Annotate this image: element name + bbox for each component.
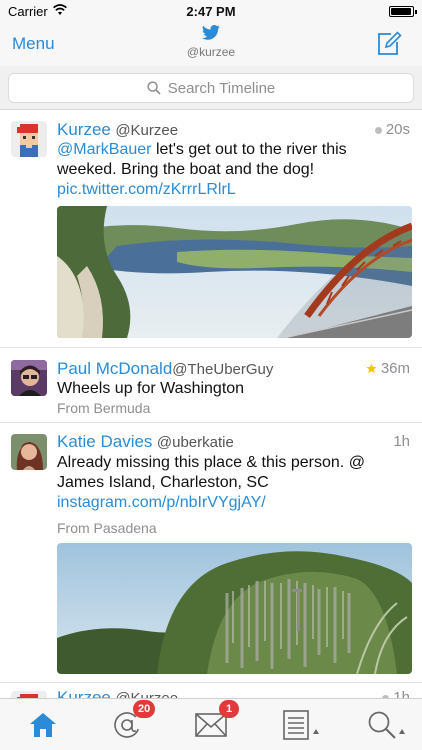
avatar[interactable] [11, 360, 47, 396]
tweet-time-text: 1h [393, 689, 410, 698]
tweet-author-name[interactable]: Kurzee [57, 120, 111, 139]
battery-fill [391, 8, 411, 15]
river-bridge-image [57, 206, 412, 338]
avatar[interactable] [11, 434, 47, 470]
status-bar: Carrier 2:47 PM [0, 0, 422, 22]
avatar-photo [11, 434, 47, 470]
search-timeline-input[interactable]: Search Timeline [8, 73, 414, 103]
avatar-photo [11, 360, 47, 396]
tweet-timestamp: 36m [366, 360, 410, 377]
messages-badge: 1 [219, 700, 239, 718]
tweet-location: From Bermuda [57, 400, 151, 416]
lists-options-triangle-icon [313, 729, 319, 734]
tweet-timestamp: 1h [382, 689, 410, 698]
mossy-trees-image [57, 543, 412, 674]
tweet-author-name[interactable]: Kurzee [57, 688, 111, 698]
tweet-location: From Pasadena [57, 520, 157, 536]
nav-bar: Menu @kurzee [0, 22, 422, 66]
tweet-time-text: 20s [385, 121, 410, 138]
tab-messages[interactable]: 1 [181, 700, 241, 745]
tweet-item[interactable]: Kurzee @Kurzee 1h [0, 683, 422, 698]
search-options-triangle-icon [399, 729, 405, 734]
account-handle: @kurzee [186, 45, 236, 59]
star-icon [366, 363, 377, 374]
tweet-author-name[interactable]: Katie Davies [57, 432, 152, 451]
tweet-text: @MarkBauer let's get out to the river th… [57, 140, 410, 200]
tweet-header: Kurzee @Kurzee 1h [57, 688, 410, 698]
avatar[interactable] [11, 121, 47, 157]
clock: 2:47 PM [186, 4, 236, 19]
tweet-link[interactable]: instagram.com/p/nbIrVYgjAY/ [57, 494, 266, 511]
tweet-header: Katie Davies @uberkatie 1h [57, 432, 410, 452]
lists-icon [283, 710, 309, 740]
tweet-header: Paul McDonald@TheUberGuy 36m [57, 359, 410, 379]
mentions-badge: 20 [133, 700, 156, 718]
search-placeholder: Search Timeline [167, 79, 276, 97]
tweet-item[interactable]: Katie Davies @uberkatie 1h Already missi… [0, 423, 422, 683]
timeline[interactable]: Kurzee @Kurzee 20s @MarkBauer let's get … [0, 110, 422, 698]
tab-bar: 20 1 [0, 698, 422, 750]
tweet-header: Kurzee @Kurzee 20s [57, 120, 410, 140]
tweet-timestamp: 1h [393, 433, 410, 450]
pixel-avatar-icon [11, 121, 47, 157]
tweet-text-content: Already missing this place & this person… [57, 454, 365, 491]
pixel-avatar-icon [11, 691, 47, 698]
river-bridge-photo[interactable] [57, 206, 412, 338]
tweet-time-text: 36m [380, 360, 410, 377]
tweet-timestamp: 20s [374, 121, 410, 138]
mention-link[interactable]: @MarkBauer [57, 141, 152, 158]
avatar[interactable] [11, 691, 47, 698]
search-bar: Search Timeline [0, 66, 422, 110]
compose-icon[interactable] [376, 31, 402, 57]
twitter-bird-icon [201, 25, 220, 40]
tweet-username: @TheUberGuy [172, 361, 274, 378]
conversation-dot-icon [374, 126, 382, 134]
tab-lists[interactable] [273, 705, 333, 745]
tweet-username: @uberkatie [156, 434, 234, 451]
tweet-item[interactable]: Kurzee @Kurzee 20s @MarkBauer let's get … [0, 110, 422, 348]
battery-icon [389, 6, 417, 17]
tab-home[interactable] [13, 705, 73, 745]
home-icon [30, 713, 56, 737]
search-icon [147, 81, 161, 95]
tab-mentions[interactable]: 20 [97, 700, 157, 745]
tab-search[interactable] [357, 705, 417, 745]
search-icon [368, 711, 396, 739]
tweet-username: @Kurzee [115, 690, 178, 698]
tweet-username: @Kurzee [115, 122, 179, 139]
mossy-trees-photo[interactable] [57, 543, 412, 674]
tweet-text: Wheels up for Washington [57, 380, 245, 397]
tweet-item[interactable]: Paul McDonald@TheUberGuy 36m Wheels up f… [0, 348, 422, 423]
tweet-author-name[interactable]: Paul McDonald [57, 359, 172, 378]
tweet-text: Already missing this place & this person… [57, 453, 410, 513]
tweet-link[interactable]: pic.twitter.com/zKrrrLRlrL [57, 181, 236, 198]
